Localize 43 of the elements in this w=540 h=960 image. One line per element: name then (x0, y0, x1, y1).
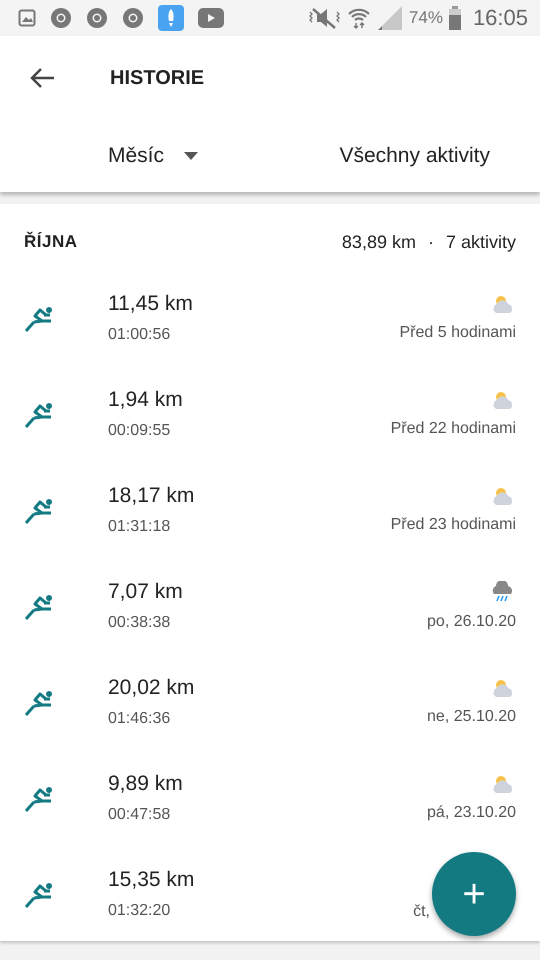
back-button[interactable] (29, 67, 57, 89)
activity-filter[interactable]: Všechny aktivity (339, 144, 490, 168)
activity-count: 7 aktivity (446, 232, 516, 252)
screen-title: HISTORIE (110, 66, 204, 90)
battery-percent: 74% (408, 8, 443, 28)
activity-distance: 7,07 km (108, 580, 184, 604)
mute-icon (306, 6, 341, 30)
signal-icon (376, 5, 403, 31)
activity-date: po, 26.10.20 (427, 613, 516, 631)
activity-date: Před 23 hodinami (390, 516, 516, 534)
activity-duration: 00:09:55 (108, 422, 172, 440)
back-arrow-icon (29, 67, 55, 89)
activity-duration: 01:46:36 (108, 710, 172, 728)
gallery-icon (18, 9, 36, 27)
month-distance: 83,89 km (342, 232, 416, 252)
activity-date: pá, 23.10.20 (427, 804, 516, 822)
browser-icon (50, 7, 72, 29)
activity-duration: 01:32:20 (108, 902, 172, 920)
browser-icon (122, 7, 144, 29)
activity-date: ne, 25.10.20 (427, 708, 516, 726)
wifi-icon (346, 6, 371, 30)
activity-distance: 11,45 km (108, 292, 194, 316)
video-play-icon (198, 8, 224, 28)
caret-icon (184, 152, 198, 160)
activity-duration: 01:00:56 (108, 326, 172, 344)
period-dropdown[interactable]: Měsíc (108, 144, 198, 168)
activity-date: Před 22 hodinami (390, 420, 516, 438)
activity-distance: 1,94 km (108, 388, 184, 412)
activity-distance: 9,89 km (108, 772, 184, 796)
battery-icon (448, 6, 461, 30)
activity-distance: 18,17 km (108, 484, 196, 508)
separator-dot: · (428, 232, 434, 252)
activity-duration: 00:38:38 (108, 614, 172, 632)
clock-time: 16:05 (472, 5, 528, 31)
activity-date: čt, (413, 903, 430, 921)
activity-date: Před 5 hodinami (399, 324, 516, 342)
activity-distance: 15,35 km (108, 868, 196, 892)
month-heading: ŘÍJNA (24, 232, 78, 252)
rocket-app-icon (158, 5, 184, 31)
activity-duration: 01:31:18 (108, 518, 172, 536)
activity-distance: 20,02 km (108, 676, 196, 700)
activity-duration: 00:47:58 (108, 806, 172, 824)
browser-icon (86, 7, 108, 29)
